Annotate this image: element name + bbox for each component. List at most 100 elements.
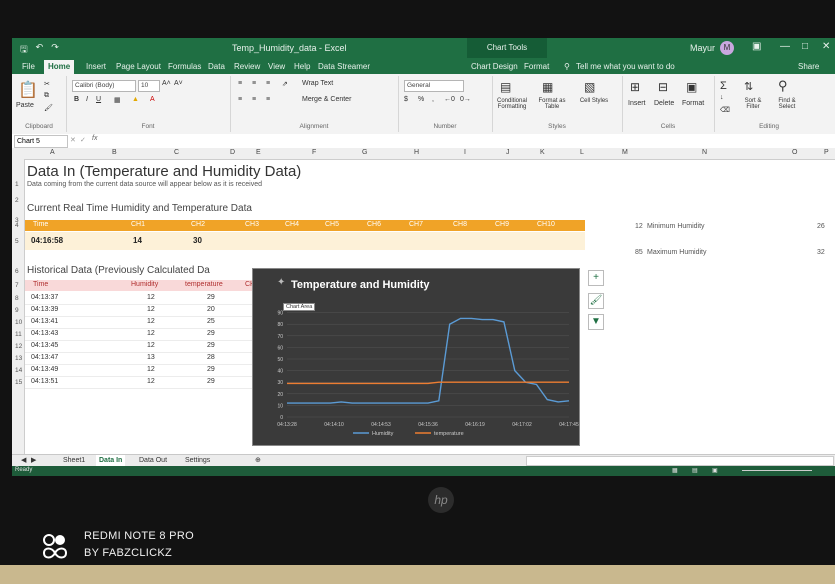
historical-header-cell[interactable]: temperature [185, 281, 223, 288]
grow-font-icon[interactable]: A˄ [162, 80, 171, 87]
realtime-temperature-cell[interactable]: 30 [193, 236, 202, 245]
currency-icon[interactable]: $ [404, 96, 408, 103]
align-middle-icon[interactable]: ≡ [252, 80, 256, 87]
underline-icon[interactable]: U [96, 96, 101, 103]
tab-view[interactable]: View [264, 60, 289, 74]
table-cell[interactable]: 04:13:47 [31, 354, 58, 361]
column-header[interactable]: I [464, 149, 466, 156]
chart-filters-button[interactable]: ▼ [588, 314, 604, 330]
table-cell[interactable]: 04:13:41 [31, 318, 58, 325]
shrink-font-icon[interactable]: A˅ [174, 80, 183, 87]
formula-input[interactable] [107, 135, 827, 146]
delete-button[interactable]: Delete [654, 100, 674, 107]
table-cell[interactable]: 04:13:51 [31, 378, 58, 385]
paste-button[interactable]: Paste [16, 102, 34, 109]
enter-icon[interactable]: ✓ [80, 136, 86, 144]
horizontal-scrollbar[interactable] [526, 456, 834, 466]
tab-review[interactable]: Review [230, 60, 264, 74]
row-header[interactable]: 12 [15, 343, 22, 350]
column-header[interactable]: D [230, 149, 235, 156]
realtime-header-cell[interactable]: CH9 [495, 221, 509, 228]
insert-button[interactable]: Insert [628, 100, 646, 107]
tab-file[interactable]: File [18, 60, 39, 74]
align-top-icon[interactable]: ≡ [238, 80, 242, 87]
column-header[interactable]: K [540, 149, 545, 156]
realtime-header-cell[interactable]: CH5 [325, 221, 339, 228]
row-header[interactable]: 7 [15, 282, 19, 289]
add-sheet-icon[interactable]: ⊕ [252, 455, 264, 466]
realtime-header-cell[interactable]: CH8 [453, 221, 467, 228]
tab-insert[interactable]: Insert [82, 60, 110, 74]
max-humidity-value[interactable]: 85 [635, 249, 643, 256]
table-cell[interactable]: 25 [207, 318, 215, 325]
column-header[interactable]: C [174, 149, 179, 156]
format-button[interactable]: Format [682, 100, 704, 107]
column-header[interactable]: F [312, 149, 316, 156]
row-header[interactable]: 9 [15, 307, 19, 314]
realtime-humidity-cell[interactable]: 14 [133, 236, 142, 245]
row-header[interactable]: 14 [15, 367, 22, 374]
align-bottom-icon[interactable]: ≡ [266, 80, 270, 87]
fill-icon[interactable]: ↓ [720, 94, 724, 101]
table-cell[interactable]: 28 [207, 354, 215, 361]
format-table-icon[interactable]: ▦ [542, 80, 553, 94]
minimize-icon[interactable]: — [780, 41, 790, 52]
orientation-icon[interactable]: ⇗ [282, 80, 288, 88]
name-box[interactable]: Chart 5 [14, 135, 68, 148]
cut-icon[interactable]: ✂ [44, 80, 50, 88]
table-cell[interactable]: 29 [207, 378, 215, 385]
conditional-formatting-button[interactable]: Conditional Formatting [492, 98, 532, 110]
italic-icon[interactable]: I [86, 96, 88, 103]
undo-icon[interactable]: ↶ [36, 42, 44, 58]
column-header[interactable]: J [506, 149, 510, 156]
decrease-decimal-icon[interactable]: 0→ [460, 96, 471, 103]
fill-color-icon[interactable]: ▲ [132, 96, 139, 103]
realtime-header-cell[interactable]: CH10 [537, 221, 555, 228]
borders-icon[interactable]: ▦ [114, 96, 121, 104]
realtime-header-cell[interactable]: CH4 [285, 221, 299, 228]
copy-icon[interactable]: ⧉ [44, 92, 49, 100]
cell-styles-icon[interactable]: ▧ [584, 80, 595, 94]
save-icon[interactable]: 🖫 [20, 42, 28, 58]
column-header[interactable]: L [580, 149, 584, 156]
chart-elements-button[interactable]: + [588, 270, 604, 286]
column-header[interactable]: G [362, 149, 367, 156]
autosum-icon[interactable]: Σ [720, 80, 727, 92]
table-cell[interactable]: 29 [207, 330, 215, 337]
format-as-table-button[interactable]: Format as Table [534, 98, 570, 110]
percent-icon[interactable]: % [418, 96, 424, 103]
sheet-tab-active[interactable]: Data In [96, 455, 126, 466]
tab-data[interactable]: Data [204, 60, 229, 74]
page-break-icon[interactable]: ▣ [712, 467, 718, 474]
conditional-formatting-icon[interactable]: ▤ [500, 80, 511, 94]
zoom-slider[interactable] [742, 470, 812, 471]
historical-header-cell[interactable]: Time [33, 281, 48, 288]
table-cell[interactable]: 12 [147, 330, 155, 337]
column-header[interactable]: A [50, 149, 55, 156]
increase-decimal-icon[interactable]: ←0 [444, 96, 455, 103]
sheet-tab[interactable]: Data Out [136, 455, 170, 466]
tab-home[interactable]: Home [44, 60, 75, 74]
fx-icon[interactable]: fx [92, 135, 97, 142]
merge-center-button[interactable]: Merge & Center [302, 96, 351, 103]
delete-cells-icon[interactable]: ⊟ [658, 80, 668, 94]
align-center-icon[interactable]: ≡ [252, 96, 256, 103]
realtime-header-cell[interactable]: CH1 [131, 221, 145, 228]
tab-help[interactable]: Help [290, 60, 314, 74]
min-humidity-value[interactable]: 12 [635, 223, 643, 230]
paste-icon[interactable]: 📋 [18, 80, 38, 100]
row-header[interactable]: 2 [15, 197, 19, 204]
font-name-select[interactable]: Calibri (Body) [72, 80, 136, 92]
column-header[interactable]: B [112, 149, 117, 156]
table-cell[interactable]: 12 [147, 342, 155, 349]
row-header[interactable]: 5 [15, 238, 19, 245]
row-header[interactable]: 10 [15, 319, 22, 326]
column-header[interactable]: P [824, 149, 829, 156]
row-header[interactable]: 6 [15, 268, 19, 275]
table-cell[interactable]: 04:13:43 [31, 330, 58, 337]
realtime-time-cell[interactable]: 04:16:58 [31, 236, 63, 245]
close-icon[interactable]: ✕ [822, 41, 830, 52]
cell-styles-button[interactable]: Cell Styles [576, 98, 612, 104]
cancel-icon[interactable]: ✕ [70, 136, 76, 144]
wrap-text-button[interactable]: Wrap Text [302, 80, 333, 87]
